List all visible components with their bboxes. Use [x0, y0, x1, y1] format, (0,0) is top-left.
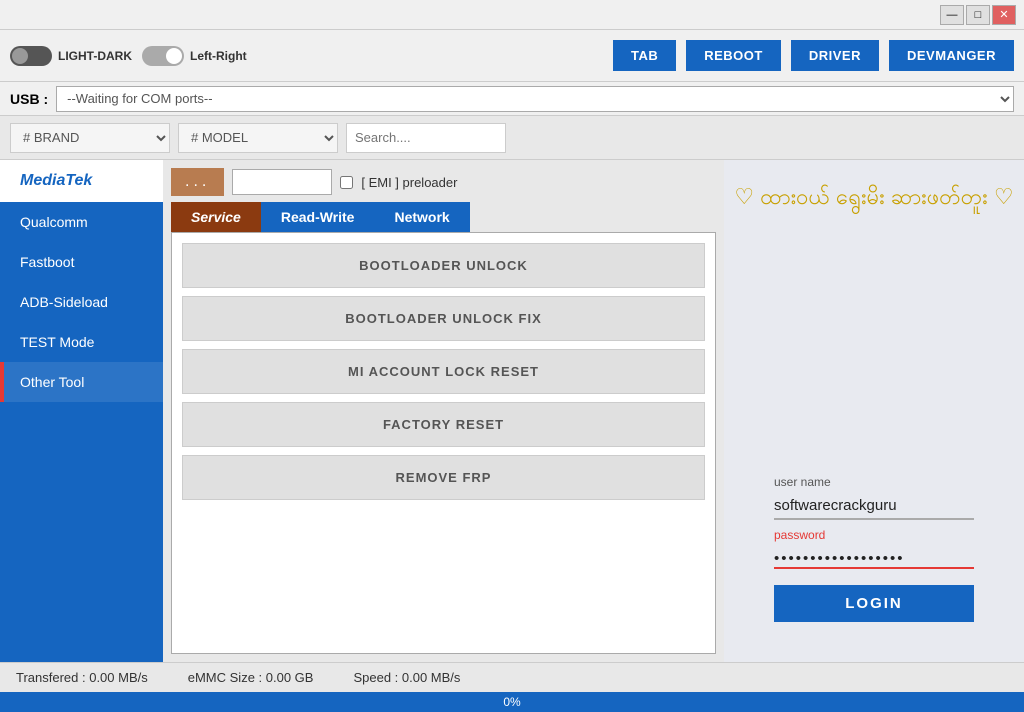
burmese-text: ♡ ထားဝယ် ရွေးမိး ဆားဖတ်တူး ♡	[734, 180, 1013, 213]
center-panel: ... [ EMI ] preloader Service Read-Write…	[163, 160, 724, 662]
minimize-button[interactable]: —	[940, 5, 964, 25]
sidebar-item-mediatek[interactable]: MediaTek	[0, 160, 163, 202]
right-panel: ♡ ထားဝယ် ရွေးမိး ဆားဖတ်တူး ♡ user name s…	[724, 160, 1024, 662]
tab-service[interactable]: Service	[171, 202, 261, 232]
service-panel: BOOTLOADER UNLOCK BOOTLOADER UNLOCK FIX …	[171, 232, 716, 654]
tab-button[interactable]: TAB	[613, 40, 676, 71]
bootloader-unlock-button[interactable]: BOOTLOADER UNLOCK	[182, 243, 705, 288]
layout-toggle-label: Left-Right	[190, 49, 247, 63]
devmanager-button[interactable]: DEVMANGER	[889, 40, 1014, 71]
login-form: user name softwarecrackguru password LOG…	[774, 475, 974, 622]
emmi-input[interactable]	[232, 169, 332, 195]
dots-button[interactable]: ...	[171, 168, 224, 196]
tab-network[interactable]: Network	[374, 202, 469, 232]
theme-toggle[interactable]	[10, 46, 52, 66]
tab-row: Service Read-Write Network	[171, 202, 716, 232]
progress-percent: 0%	[503, 695, 520, 709]
theme-toggle-wrap: LIGHT-DARK	[10, 46, 132, 66]
search-input[interactable]	[346, 123, 506, 153]
usb-label: USB :	[10, 91, 48, 107]
layout-toggle[interactable]	[142, 46, 184, 66]
brand-select[interactable]: # BRAND	[10, 123, 170, 153]
sidebar-item-test-mode[interactable]: TEST Mode	[0, 322, 163, 362]
sidebar-item-other-tool[interactable]: Other Tool	[0, 362, 163, 402]
bootloader-unlock-fix-button[interactable]: BOOTLOADER UNLOCK FIX	[182, 296, 705, 341]
toolbar: LIGHT-DARK Left-Right TAB REBOOT DRIVER …	[0, 30, 1024, 82]
emmc-size-status: eMMC Size : 0.00 GB	[188, 670, 314, 685]
theme-toggle-label: LIGHT-DARK	[58, 49, 132, 63]
username-label: user name	[774, 475, 974, 489]
reboot-button[interactable]: REBOOT	[686, 40, 781, 71]
brand-row: # BRAND # MODEL	[0, 116, 1024, 160]
password-input[interactable]	[774, 550, 974, 569]
mi-account-lock-reset-button[interactable]: MI ACCOUNT LOCK RESET	[182, 349, 705, 394]
driver-button[interactable]: DRIVER	[791, 40, 879, 71]
layout-toggle-wrap: Left-Right	[142, 46, 247, 66]
emmi-label: [ EMI ] preloader	[361, 175, 457, 190]
sidebar: MediaTek Qualcomm Fastboot ADB-Sideload …	[0, 160, 163, 662]
emmi-checkbox[interactable]	[340, 176, 353, 189]
usb-select[interactable]: --Waiting for COM ports--	[56, 86, 1014, 112]
title-bar: — □ ✕	[0, 0, 1024, 30]
tab-read-write[interactable]: Read-Write	[261, 202, 375, 232]
sidebar-item-qualcomm[interactable]: Qualcomm	[0, 202, 163, 242]
sidebar-item-fastboot[interactable]: Fastboot	[0, 242, 163, 282]
transferred-status: Transfered : 0.00 MB/s	[16, 670, 148, 685]
close-button[interactable]: ✕	[992, 5, 1016, 25]
usb-row: USB : --Waiting for COM ports--	[0, 82, 1024, 116]
sidebar-item-adb-sideload[interactable]: ADB-Sideload	[0, 282, 163, 322]
login-button[interactable]: LOGIN	[774, 585, 974, 622]
speed-status: Speed : 0.00 MB/s	[353, 670, 460, 685]
status-bar: Transfered : 0.00 MB/s eMMC Size : 0.00 …	[0, 662, 1024, 692]
username-value: softwarecrackguru	[774, 497, 974, 520]
emmi-row: ... [ EMI ] preloader	[171, 168, 716, 196]
progress-bar: 0%	[0, 692, 1024, 712]
main-area: MediaTek Qualcomm Fastboot ADB-Sideload …	[0, 160, 1024, 662]
maximize-button[interactable]: □	[966, 5, 990, 25]
remove-frp-button[interactable]: REMOVE FRP	[182, 455, 705, 500]
password-label: password	[774, 528, 974, 542]
model-select[interactable]: # MODEL	[178, 123, 338, 153]
factory-reset-button[interactable]: FACTORY RESET	[182, 402, 705, 447]
